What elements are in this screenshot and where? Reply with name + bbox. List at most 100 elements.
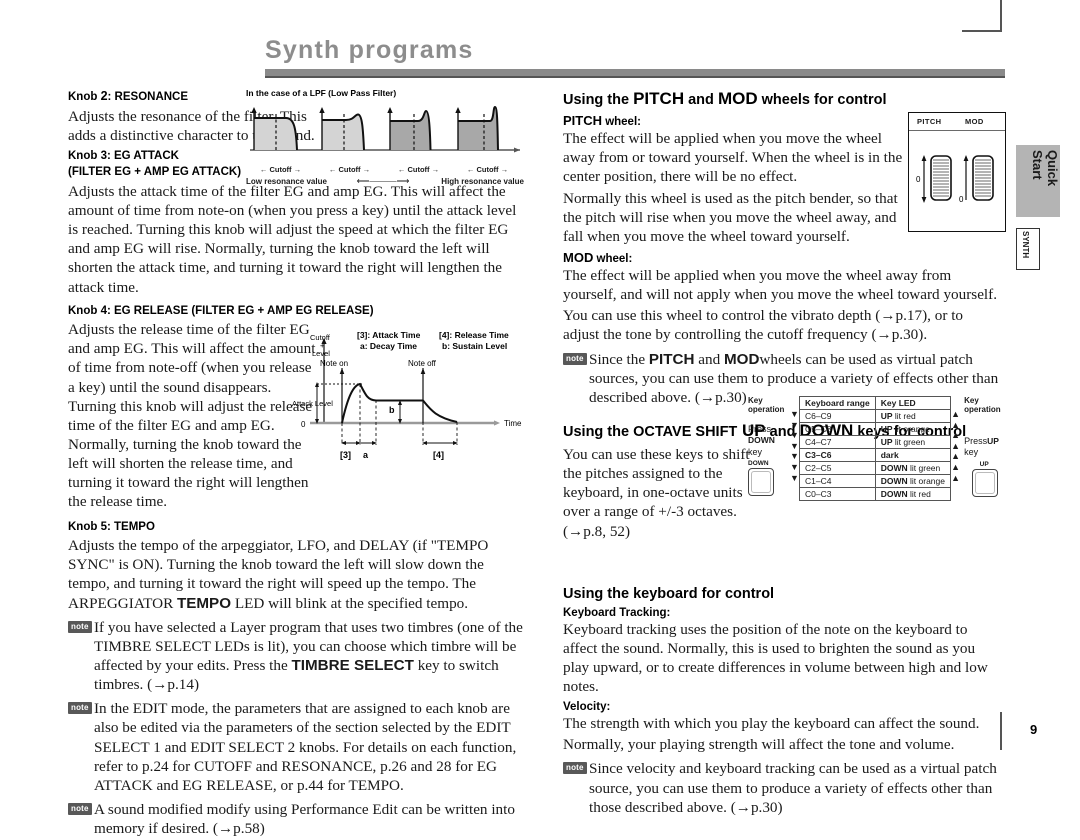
figure-eg-graph: [3]: Attack Time a: Decay Time [4]: Rele… [292, 330, 522, 460]
cell-led: DOWN lit orange [874, 474, 952, 488]
octave-shift-body: You can use these keys to shift the pitc… [563, 446, 750, 540]
right-note-keyboard: note Since velocity and keyboard tracking… [563, 759, 1003, 816]
octave-left-arrows: ▼ ▼ ▼ ▼ ▼ ▼ ▼ [789, 409, 799, 483]
knob5-heading: Knob 5: TEMPO [68, 520, 155, 533]
octave-right-heading: Key operation [964, 396, 1001, 414]
figure-eg-envelope: [3]: Attack Time a: Decay Time [4]: Rele… [292, 327, 524, 461]
eg-legend-2: a: Decay Time [360, 341, 417, 351]
svg-text:Note on: Note on [320, 359, 348, 368]
section-heading-pitch-mod: Using the PITCH and MOD wheels for contr… [563, 89, 887, 108]
svg-text:Attack Level: Attack Level [292, 399, 333, 408]
section-heading-keyboard: Using the keyboard for control [563, 585, 775, 602]
side-tab-synth: SYNTH [1016, 228, 1040, 270]
keyboard-tracking-subheading: Keyboard Tracking: [563, 606, 671, 619]
left-note-2: note In the EDIT mode, the parameters tha… [68, 699, 523, 795]
note-badge-icon: note [68, 702, 92, 715]
table-row: C3–C6 dark [799, 448, 952, 462]
svg-text:Note off: Note off [408, 359, 437, 368]
figure-lpf-range-labels: Low resonance value ⟵———⟶ High resonance… [246, 176, 524, 187]
octave-left-heading: Key operation [748, 396, 785, 414]
svg-text:0: 0 [916, 175, 921, 184]
cell-range: C4–C7 [799, 435, 876, 449]
cell-range: C2–C5 [799, 461, 876, 475]
lpf-low-resonance-label: Low resonance value [246, 177, 327, 186]
cell-led: UP lit orange [874, 422, 952, 436]
table-row: C1–C4 DOWN lit orange [799, 474, 952, 488]
velocity-subheading: Velocity: [563, 701, 611, 714]
knob3-body: Adjusts the attack time of the filter EG… [68, 182, 517, 296]
octave-down-keycap[interactable] [748, 467, 774, 496]
page-title: Synth programs [265, 36, 474, 64]
figure-lpf-caption: In the case of a LPF (Low Pass Filter) [246, 88, 397, 98]
cell-led: UP lit red [874, 409, 952, 423]
figure-lpf-resonance: In the case of a LPF (Low Pass Filter) ←… [246, 88, 524, 186]
octave-right-panel: Key operation PressUP key UP [960, 396, 1006, 497]
svg-text:[3]: [3] [340, 450, 351, 460]
cell-range: C6–C9 [799, 409, 876, 423]
table-row: C4–C7 UP lit green [799, 435, 952, 449]
figure-octave-shift-table: Key operation Press DOWN key DOWN ▼ ▼ ▼ ▼ ▼ ▼ ▼… [748, 396, 1006, 501]
page-header: Synth programs [265, 38, 1005, 78]
svg-text:[4]: [4] [433, 450, 444, 460]
octave-right-arrows: ▲ ▲ ▲ ▲ ▲ ▲ ▲ [951, 409, 961, 483]
cell-range: C3–C6 [799, 448, 876, 462]
octave-down-keycap-label: DOWN [748, 459, 769, 467]
crop-mark-vertical-top [1000, 0, 1002, 32]
octave-left-press-text: Press DOWN key [748, 424, 775, 457]
wheel-mod-label: MOD [965, 117, 984, 126]
figure-pitch-mod-wheels: PITCH MOD 0 0 [908, 112, 1006, 232]
left-column: Knob 2: RESONANCE Adjusts the resonance … [68, 88, 523, 840]
table-row: C6–C9 UP lit red [799, 409, 952, 423]
wheel-pitch-label: PITCH [917, 117, 942, 126]
table-header-row: Keyboard range Key LED [799, 396, 952, 410]
crop-mark-vertical-bottom [1000, 712, 1002, 750]
pitch-wheel-body-2: Normally this wheel is used as the pitch… [563, 189, 898, 245]
knob4-heading: Knob 4: EG RELEASE (FILTER EG + AMP EG R… [68, 304, 374, 317]
octave-up-keycap[interactable] [972, 468, 999, 497]
cell-range: C0–C3 [799, 487, 876, 501]
col-key-led: Key LED [874, 396, 952, 410]
table-row: C0–C3 DOWN lit red [799, 487, 952, 501]
knob5-body: Adjusts the tempo of the arpeggiator, LF… [68, 537, 489, 612]
velocity-body-2: Normally, your playing strength will aff… [563, 736, 955, 754]
cell-led: DOWN lit green [874, 461, 952, 475]
cell-led: UP lit green [874, 435, 952, 449]
cell-range: C1–C4 [799, 474, 876, 488]
svg-text:a: a [363, 450, 369, 460]
left-note-3: note A sound modified modify using Perfor… [68, 800, 523, 838]
left-note-1: note If you have selected a Layer program… [68, 618, 523, 695]
cell-led: dark [874, 448, 952, 462]
figure-lpf-cutoff-labels: ← Cutoff → ← Cutoff → ← Cutoff → ← Cutof… [246, 165, 524, 174]
eg-legend-3: [4]: Release Time [439, 330, 509, 340]
cell-led: DOWN lit red [874, 487, 952, 501]
eg-legend-4: b: Sustain Level [442, 341, 507, 351]
lpf-cutoff-label: ← Cutoff → [397, 165, 440, 174]
side-tab-quick-start-label: Quick Start [1030, 150, 1060, 187]
document-page: Synth programs Quick Start SYNTH Knob 2:… [0, 0, 1080, 837]
mod-wheel-body-2: You can use this wheel to control the vi… [563, 307, 964, 344]
velocity-body-1: The strength with which you play the key… [563, 715, 980, 733]
lpf-cutoff-label: ← Cutoff → [328, 165, 371, 174]
note-badge-icon: note [563, 762, 587, 775]
svg-text:b: b [389, 405, 395, 415]
mod-wheel-subheading: MOD wheel: [563, 249, 633, 265]
side-tab-quick-start: Quick Start [1016, 145, 1060, 217]
wheel-graphics: 0 0 [909, 130, 1005, 204]
wheel-panel: PITCH MOD 0 0 [908, 112, 1006, 232]
knob4-body: Adjusts the release time of the filter E… [68, 321, 316, 511]
octave-right-press-text: PressUP key [964, 436, 999, 458]
lpf-cutoff-label: ← Cutoff → [466, 165, 509, 174]
svg-text:0: 0 [959, 195, 964, 204]
title-rule [265, 69, 1005, 78]
lpf-high-resonance-label: High resonance value [441, 177, 524, 186]
note-badge-icon: note [68, 802, 92, 816]
eg-legend-1: [3]: Attack Time [357, 330, 421, 340]
lpf-range-arrow-icon: ⟵———⟶ [356, 176, 410, 186]
octave-up-keycap-label: UP [979, 460, 989, 468]
svg-text:Time: Time [504, 419, 522, 428]
table-row: C2–C5 DOWN lit green [799, 461, 952, 475]
page-number: 9 [1030, 722, 1038, 737]
knob5-tempo-bold: TEMPO [177, 594, 232, 612]
note-badge-icon: note [563, 352, 587, 365]
figure-lpf-curves [250, 105, 520, 153]
